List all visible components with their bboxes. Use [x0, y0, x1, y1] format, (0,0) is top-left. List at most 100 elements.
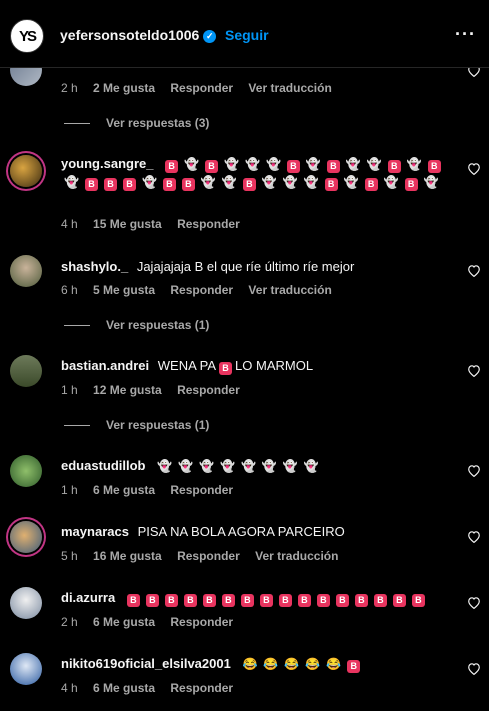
emoji-sequence: 👻 👻 👻 👻 👻 👻 👻 👻	[154, 458, 322, 473]
comment-username[interactable]: maynaracs	[61, 524, 129, 539]
reply-button[interactable]: Responder	[177, 549, 240, 563]
b-emoji: B	[126, 594, 140, 607]
reply-button[interactable]: Responder	[170, 81, 233, 95]
like-heart-icon[interactable]	[467, 264, 481, 277]
b-emoji: B	[392, 594, 406, 607]
comment-meta: 2 h 2 Me gusta Responder Ver traducción	[61, 81, 344, 95]
view-replies-button[interactable]: Ver respuestas (1)	[64, 318, 209, 332]
comment-body-end: LO MARMOL	[235, 358, 314, 373]
b-emoji: B	[242, 178, 256, 191]
emoji-sequence: BBBBBBBBBBBBBBBB	[124, 590, 428, 607]
b-emoji: B	[122, 178, 136, 191]
comment-meta: 1 h 6 Me gusta Responder	[61, 483, 245, 497]
ghost-emoji: 👻	[303, 459, 319, 473]
reply-button[interactable]: Responder	[170, 615, 233, 629]
comment-text: maynaracs PISA NA BOLA AGORA PARCEIRO	[61, 523, 446, 540]
like-heart-icon[interactable]	[467, 596, 481, 609]
ghost-emoji: 👻	[157, 459, 173, 473]
b-emoji: B	[84, 178, 98, 191]
comment-text: young.sangre_ B 👻 B 👻 👻 👻 B 👻 B 👻 👻 B 👻 B👻 B B B 👻 B B 👻 👻 B 👻 👻…	[61, 155, 446, 191]
ghost-emoji: 👻	[343, 175, 359, 189]
comment-text: shashylo._ Jajajajaja B el que ríe últim…	[61, 258, 446, 275]
ghost-emoji: 👻	[383, 175, 399, 189]
translate-button[interactable]: Ver traducción	[248, 81, 331, 95]
ghost-emoji: 👻	[305, 157, 321, 171]
comment-time: 5 h	[61, 549, 78, 563]
comment-meta: 4 h 6 Me gusta Responder	[61, 681, 245, 695]
ghost-emoji: 👻	[199, 459, 214, 473]
ghost-emoji: 👻	[240, 459, 256, 473]
like-heart-icon[interactable]	[467, 364, 481, 377]
ghost-emoji: 👻	[366, 157, 382, 171]
b-emoji: B	[259, 594, 273, 607]
b-emoji: B	[316, 594, 330, 607]
avatar[interactable]	[10, 653, 42, 685]
reply-button[interactable]: Responder	[177, 383, 240, 397]
likes-count[interactable]: 15 Me gusta	[93, 217, 162, 231]
reply-button[interactable]: Responder	[177, 217, 240, 231]
b-emoji: B	[278, 594, 292, 607]
ghost-emoji: 👻	[200, 175, 216, 189]
avatar[interactable]	[10, 255, 42, 287]
laughing-emoji: 😂	[305, 657, 321, 671]
comment-text: di.azurra BBBBBBBBBBBBBBBB	[61, 589, 446, 607]
b-emoji: B	[219, 362, 233, 375]
avatar[interactable]	[10, 155, 42, 187]
b-emoji: B	[427, 160, 441, 173]
like-heart-icon[interactable]	[467, 464, 481, 477]
divider-line	[64, 425, 90, 427]
translate-button[interactable]: Ver traducción	[255, 549, 338, 563]
comment-username[interactable]: bastian.andrei	[61, 358, 149, 373]
likes-count[interactable]: 2 Me gusta	[93, 81, 155, 95]
avatar[interactable]	[10, 355, 42, 387]
like-heart-icon[interactable]	[467, 162, 481, 175]
like-heart-icon[interactable]	[467, 530, 481, 543]
comment-time: 2 h	[61, 81, 78, 95]
b-emoji: B	[297, 594, 311, 607]
reply-button[interactable]: Responder	[170, 283, 233, 297]
b-emoji: B	[165, 160, 179, 173]
avatar[interactable]	[10, 455, 42, 487]
ghost-emoji: 👻	[345, 157, 361, 171]
b-emoji: B	[354, 594, 368, 607]
ghost-emoji: 👻	[245, 157, 260, 171]
view-replies-button[interactable]: Ver respuestas (1)	[64, 418, 209, 432]
b-emoji: B	[205, 160, 219, 173]
view-replies-button[interactable]: Ver respuestas (3)	[64, 116, 209, 130]
b-emoji: B	[411, 594, 425, 607]
comment-username[interactable]: shashylo._	[61, 259, 128, 274]
ghost-emoji: 👻	[224, 157, 239, 171]
b-emoji: B	[183, 594, 197, 607]
b-emoji: B	[335, 594, 349, 607]
likes-count[interactable]: 12 Me gusta	[93, 383, 162, 397]
likes-count[interactable]: 6 Me gusta	[93, 681, 155, 695]
ghost-emoji: 👻	[219, 459, 235, 473]
follow-button[interactable]: Seguir	[225, 27, 269, 43]
profile-avatar[interactable]: YS	[10, 19, 44, 53]
reply-button[interactable]: Responder	[170, 483, 233, 497]
more-options-icon[interactable]: ···	[455, 24, 476, 45]
ghost-emoji: 👻	[282, 175, 298, 189]
ghost-emoji: 👻	[282, 459, 298, 473]
comment-meta: 4 h 15 Me gusta Responder	[61, 217, 252, 231]
comment-meta: 6 h 5 Me gusta Responder Ver traducción	[61, 283, 344, 297]
likes-count[interactable]: 5 Me gusta	[93, 283, 155, 297]
ghost-emoji: 👻	[64, 175, 79, 189]
divider-line	[64, 325, 90, 327]
comment-username[interactable]: young.sangre_	[61, 156, 153, 171]
comment-meta: 5 h 16 Me gusta Responder Ver traducción	[61, 549, 350, 563]
avatar[interactable]	[10, 587, 42, 619]
like-heart-icon[interactable]	[467, 662, 481, 675]
likes-count[interactable]: 6 Me gusta	[93, 615, 155, 629]
likes-count[interactable]: 6 Me gusta	[93, 483, 155, 497]
likes-count[interactable]: 16 Me gusta	[93, 549, 162, 563]
reply-button[interactable]: Responder	[170, 681, 233, 695]
comment-username[interactable]: eduastudillob	[61, 458, 146, 473]
avatar[interactable]	[10, 521, 42, 553]
comment-username[interactable]: di.azurra	[61, 590, 115, 605]
translate-button[interactable]: Ver traducción	[248, 283, 331, 297]
ghost-emoji: 👻	[184, 157, 200, 171]
header-username[interactable]: yefersonsoteldo1006 ✓	[60, 27, 217, 43]
b-emoji: B	[387, 160, 401, 173]
comment-username[interactable]: nikito619oficial_elsilva2001	[61, 656, 231, 671]
